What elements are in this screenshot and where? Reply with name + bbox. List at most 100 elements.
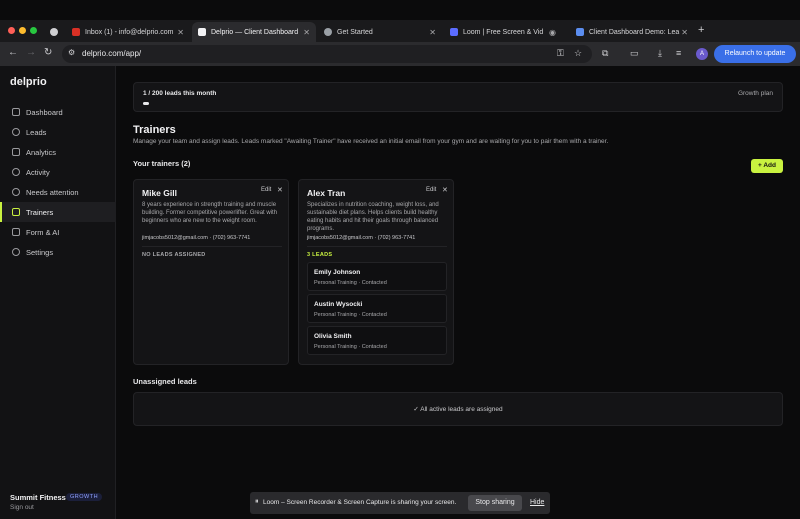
address-bar[interactable]: ⚙ delprio.com/app/ ⚿ ☆ <box>62 45 592 63</box>
delprio-icon <box>198 28 206 36</box>
maximize-window-button[interactable] <box>30 27 37 34</box>
divider <box>307 246 447 247</box>
lead-item[interactable]: Emily Johnson Personal Training · Contac… <box>307 262 447 291</box>
close-window-button[interactable] <box>8 27 15 34</box>
brand-logo[interactable]: delprio <box>10 76 47 88</box>
chart-icon <box>12 148 20 156</box>
trainer-bio: 8 years experience in strength training … <box>142 202 278 224</box>
doc-icon <box>576 28 584 36</box>
extensions-icon[interactable]: ⧉ <box>602 48 608 59</box>
hide-button[interactable]: Hide <box>530 499 544 506</box>
plan-label[interactable]: Growth plan <box>738 90 773 97</box>
close-icon[interactable]: ✕ <box>429 28 436 37</box>
media-icon[interactable]: ≡ <box>676 48 681 58</box>
sidebar-item-label: Needs attention <box>26 187 79 197</box>
sidebar-item-label: Trainers <box>26 207 54 217</box>
stop-sharing-button[interactable]: Stop sharing <box>468 495 522 511</box>
close-icon[interactable]: ✕ <box>442 186 448 194</box>
gear-icon <box>12 248 20 256</box>
globe-icon <box>324 28 332 36</box>
recording-icon: ◉ <box>549 27 556 37</box>
browser-tabstrip: Inbox (1) - info@delprio.com ✕ Delprio —… <box>0 20 800 42</box>
tab-delprio[interactable]: Delprio — Client Dashboard ✕ <box>192 22 316 42</box>
sidebar-item-label: Dashboard <box>26 107 63 117</box>
new-tab-button[interactable]: + <box>698 24 704 36</box>
lead-name: Emily Johnson <box>314 269 361 276</box>
trainer-bio: Specializes in nutrition coaching, weigh… <box>307 202 439 232</box>
users-icon <box>12 128 20 136</box>
sidebar-item-settings[interactable]: Settings <box>0 242 116 262</box>
trainer-card: Alex Tran Edit ✕ Specializes in nutritio… <box>298 179 454 365</box>
divider <box>142 246 282 247</box>
gmail-icon <box>72 28 80 36</box>
tab-label: Inbox (1) - info@delprio.com <box>85 28 174 36</box>
bookmark-star-icon[interactable]: ☆ <box>574 48 582 59</box>
lead-name: Austin Wysocki <box>314 301 363 308</box>
globe-icon <box>50 28 58 36</box>
lead-status: Personal Training · Contacted <box>314 312 387 318</box>
tab-label: Client Dashboard Demo: Lea <box>589 28 680 36</box>
tab-loom[interactable]: Loom | Free Screen & Vid ◉ <box>444 22 568 42</box>
cast-icon[interactable]: ▭ <box>630 48 639 59</box>
sidebar-item-label: Form & AI <box>26 227 60 237</box>
plan-badge: GROWTH <box>66 493 103 501</box>
page-title: Trainers <box>133 124 176 136</box>
sidebar-item-dashboard[interactable]: Dashboard <box>0 102 116 122</box>
download-icon[interactable]: ⤓ <box>658 48 662 59</box>
tab-inbox[interactable]: Inbox (1) - info@delprio.com ✕ <box>66 22 190 42</box>
sidebar: delprio Dashboard Leads Analytics Activi… <box>0 66 116 519</box>
trainer-card: Mike Gill Edit ✕ 8 years experience in s… <box>133 179 289 365</box>
relaunch-button[interactable]: Relaunch to update <box>714 45 796 63</box>
tab-client-dashboard-demo[interactable]: Client Dashboard Demo: Lea ✕ <box>570 22 694 42</box>
sidebar-item-activity[interactable]: Activity <box>0 162 116 182</box>
share-text: Loom – Screen Recorder & Screen Capture … <box>263 499 457 506</box>
lead-status: Personal Training · Contacted <box>314 344 387 350</box>
forward-icon[interactable]: → <box>26 47 36 58</box>
tab-label: Get Started <box>337 28 373 36</box>
trainer-name: Mike Gill <box>142 188 177 198</box>
sidebar-item-leads[interactable]: Leads <box>0 122 116 142</box>
lead-item[interactable]: Olivia Smith Personal Training · Contact… <box>307 326 447 355</box>
usage-progress-bar <box>143 102 149 105</box>
back-icon[interactable]: ← <box>8 47 18 58</box>
unassigned-heading: Unassigned leads <box>133 377 197 386</box>
trainer-contact: jimjacobs5012@gmail.com · (702) 963-7741 <box>142 235 251 241</box>
lead-item[interactable]: Austin Wysocki Personal Training · Conta… <box>307 294 447 323</box>
team-icon <box>12 208 20 216</box>
url-text: delprio.com/app/ <box>82 49 142 58</box>
profile-avatar[interactable]: A <box>696 48 708 60</box>
close-icon[interactable]: ✕ <box>303 28 310 37</box>
key-icon[interactable]: ⚿ <box>557 48 564 59</box>
browser-toolbar: ← → ↻ ⚙ delprio.com/app/ ⚿ ☆ ⧉ ▭ ⤓ ≡ A R… <box>0 42 800 66</box>
reload-icon[interactable]: ↻ <box>44 47 52 58</box>
tab-get-started[interactable]: Get Started ✕ <box>318 22 442 42</box>
sidebar-nav: Dashboard Leads Analytics Activity Needs… <box>0 102 116 262</box>
grid-icon <box>12 108 20 116</box>
close-icon[interactable]: ✕ <box>277 186 283 194</box>
page-description: Manage your team and assign leads. Leads… <box>133 138 609 145</box>
edit-button[interactable]: Edit <box>426 187 436 193</box>
screen-share-bar: ⏸ Loom – Screen Recorder & Screen Captur… <box>250 492 550 514</box>
sidebar-item-form-ai[interactable]: Form & AI <box>0 222 116 242</box>
sidebar-item-label: Settings <box>26 247 54 257</box>
sign-out-link[interactable]: Sign out <box>10 504 34 511</box>
sidebar-item-trainers[interactable]: Trainers <box>0 202 116 222</box>
sidebar-item-needs-attention[interactable]: Needs attention <box>0 182 116 202</box>
sidebar-item-analytics[interactable]: Analytics <box>0 142 116 162</box>
close-icon[interactable]: ✕ <box>177 28 184 37</box>
close-icon[interactable]: ✕ <box>681 28 688 37</box>
site-info-icon[interactable]: ⚙ <box>68 48 75 57</box>
trainers-heading: Your trainers (2) <box>133 159 191 168</box>
alert-icon <box>12 188 20 196</box>
pause-icon: ⏸ <box>255 498 259 505</box>
sidebar-item-label: Analytics <box>26 147 57 157</box>
pinned-tab[interactable] <box>44 22 64 42</box>
edit-button[interactable]: Edit <box>261 187 271 193</box>
tab-label: Loom | Free Screen & Vid <box>463 28 544 36</box>
minimize-window-button[interactable] <box>19 27 26 34</box>
usage-text: 1 / 200 leads this month <box>143 90 217 97</box>
form-icon <box>12 228 20 236</box>
add-trainer-button[interactable]: + Add <box>751 159 783 173</box>
leads-count-label: 3 LEADS <box>307 252 333 258</box>
tab-label: Delprio — Client Dashboard <box>211 28 299 36</box>
